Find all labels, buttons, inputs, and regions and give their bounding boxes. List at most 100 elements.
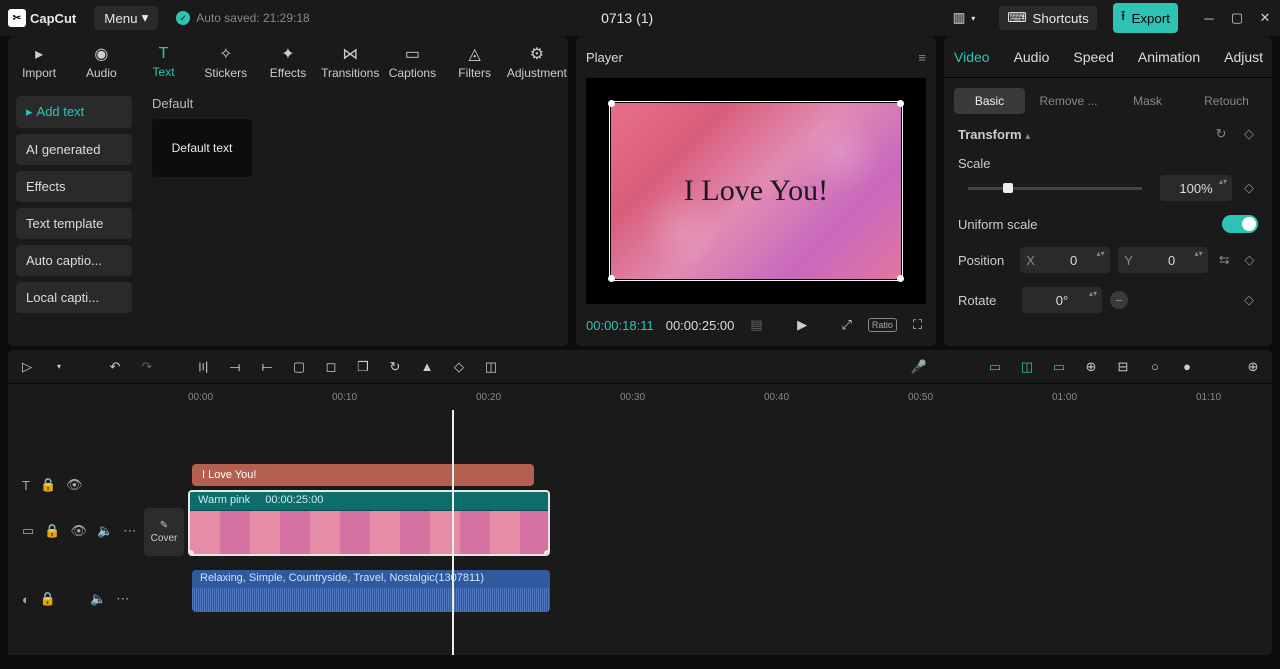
subtab-mask[interactable]: Mask [1112,88,1183,114]
timeline-ruler[interactable]: 00:00 00:10 00:20 00:30 00:40 00:50 01:0… [8,384,1272,410]
resize-handle[interactable] [897,275,904,282]
default-text-tile[interactable]: Default text [152,119,252,177]
zoom-slider[interactable]: ○ [1146,359,1164,374]
keyframe-icon[interactable]: ◇ [1240,292,1258,308]
sidebar-item-text-template[interactable]: Text template [16,208,132,239]
asset-tab-transitions[interactable]: ⋈Transitions [319,36,381,88]
mic-icon[interactable]: 🎤 [910,359,928,375]
spinner-icon[interactable]: ▴▾ [1096,249,1106,271]
mute-icon[interactable]: 🔈 [97,523,113,539]
uniform-toggle[interactable] [1222,215,1258,233]
lock-icon[interactable]: 🔒 [40,477,56,493]
layout-button[interactable]: ▥▾ [945,6,984,30]
fullscreen-button[interactable]: ⛶ [909,317,926,333]
zoom-fit-button[interactable]: ⊕ [1244,359,1262,375]
video-clip[interactable]: Warm pink 00:00:25:00 [188,490,550,556]
asset-tab-captions[interactable]: ▭Captions [381,36,443,88]
menu-button[interactable]: Menu ▾ [94,6,158,30]
sidebar-item-add-text[interactable]: ▸Add text [16,96,132,128]
tab-audio[interactable]: Audio [1014,49,1050,65]
trim-left-tool[interactable]: ⟞ [226,359,244,375]
asset-tab-adjustment[interactable]: ⚙Adjustment [506,36,568,88]
cover-button[interactable]: ✎ Cover [144,508,184,556]
shortcuts-button[interactable]: ⌨ Shortcuts [999,6,1097,30]
minimize-button[interactable]: ─ [1202,11,1216,25]
asset-tab-text[interactable]: TText [132,36,194,88]
preview-text-overlay[interactable]: I Love You! [684,174,828,208]
tab-animation[interactable]: Animation [1138,49,1200,65]
eye-icon[interactable]: 👁 [66,477,83,493]
tab-video[interactable]: Video [954,49,990,65]
slider-thumb[interactable] [1003,183,1013,193]
scale-icon[interactable]: ⤢ [837,317,855,333]
spinner-icon[interactable]: ▴▾ [1088,289,1098,311]
lock-icon[interactable]: 🔒 [44,523,60,539]
spinner-icon[interactable]: ▴▾ [1218,177,1228,199]
player-menu-icon[interactable]: ≡ [918,50,926,65]
pos-x-input[interactable]: 0▴▾ [1038,247,1110,273]
subtab-retouch[interactable]: Retouch [1191,88,1262,114]
player-viewport[interactable]: I Love You! [586,78,926,304]
text-clip[interactable]: I Love You! [192,464,534,486]
reset-icon[interactable]: ↻ [1212,126,1230,142]
asset-tab-effects[interactable]: ✦Effects [257,36,319,88]
link-icon[interactable]: ⇆ [1216,252,1233,268]
asset-tab-filters[interactable]: ◬Filters [444,36,506,88]
delete-tool[interactable]: ▢ [290,359,308,375]
clip-handle[interactable] [544,550,550,556]
keyframe-icon[interactable]: ◇ [1241,252,1258,268]
tab-speed[interactable]: Speed [1073,49,1113,65]
scale-slider[interactable] [968,187,1142,190]
sidebar-item-local-captions[interactable]: Local capti... [16,282,132,313]
rotate-dial[interactable]: – [1110,291,1128,309]
scale-input[interactable]: 100%▴▾ [1160,175,1232,201]
resize-handle[interactable] [897,100,904,107]
magnet-tool[interactable]: ▭ [986,359,1004,375]
rotate-input[interactable]: 0°▴▾ [1022,287,1102,313]
audio-clip[interactable]: Relaxing, Simple, Countryside, Travel, N… [192,570,550,612]
asset-tab-stickers[interactable]: ✧Stickers [195,36,257,88]
asset-tab-audio[interactable]: ◉Audio [70,36,132,88]
undo-button[interactable]: ↶ [106,359,124,375]
select-tool[interactable]: ▷ [18,359,36,375]
ratio-badge[interactable]: Ratio [868,318,897,332]
clip-handle[interactable] [188,550,194,556]
asset-tab-import[interactable]: ▸Import [8,36,70,88]
tracks-body[interactable]: I Love You! Warm pink 00:00:25:00 Relaxi… [184,410,1272,655]
sidebar-item-auto-captions[interactable]: Auto captio... [16,245,132,276]
resize-handle[interactable] [608,275,615,282]
export-button[interactable]: ⭱ Export [1113,3,1178,33]
rotate-tool[interactable]: ◇ [450,359,468,375]
list-icon[interactable]: ▤ [746,317,766,333]
more-icon[interactable]: ⋯ [123,523,136,539]
marker-tool[interactable]: ◻ [322,359,340,375]
close-button[interactable]: ✕ [1258,11,1272,25]
subtab-remove[interactable]: Remove ... [1033,88,1104,114]
eye-icon[interactable]: 👁 [70,523,87,539]
video-frame[interactable]: I Love You! [611,103,901,279]
maximize-button[interactable]: ▢ [1230,11,1244,25]
reverse-tool[interactable]: ↻ [386,359,404,375]
sidebar-item-ai-generated[interactable]: AI generated [16,134,132,165]
track-tool[interactable]: ⊕ [1082,359,1100,375]
sidebar-item-effects[interactable]: Effects [16,171,132,202]
spinner-icon[interactable]: ▴▾ [1194,249,1204,271]
zoom-out-button[interactable]: ⊟ [1114,359,1132,375]
trim-right-tool[interactable]: ⟝ [258,359,276,375]
lock-icon[interactable]: 🔒 [40,591,56,607]
mirror-tool[interactable]: ▲ [418,359,436,374]
zoom-in-button[interactable]: ● [1178,359,1196,374]
copy-tool[interactable]: ❐ [354,359,372,375]
resize-handle[interactable] [608,100,615,107]
more-icon[interactable]: ⋯ [116,591,129,607]
link-tool[interactable]: ▭ [1050,359,1068,375]
split-tool[interactable]: 〣 [194,357,212,376]
mute-icon[interactable]: 🔈 [90,591,106,607]
play-button[interactable]: ▶ [793,317,811,333]
chevron-down-icon[interactable]: ▾ [50,362,68,371]
snap-tool[interactable]: ◫ [1018,359,1036,375]
keyframe-icon[interactable]: ◇ [1240,180,1258,196]
crop-tool[interactable]: ◫ [482,359,500,375]
redo-button[interactable]: ↷ [138,359,156,375]
subtab-basic[interactable]: Basic [954,88,1025,114]
